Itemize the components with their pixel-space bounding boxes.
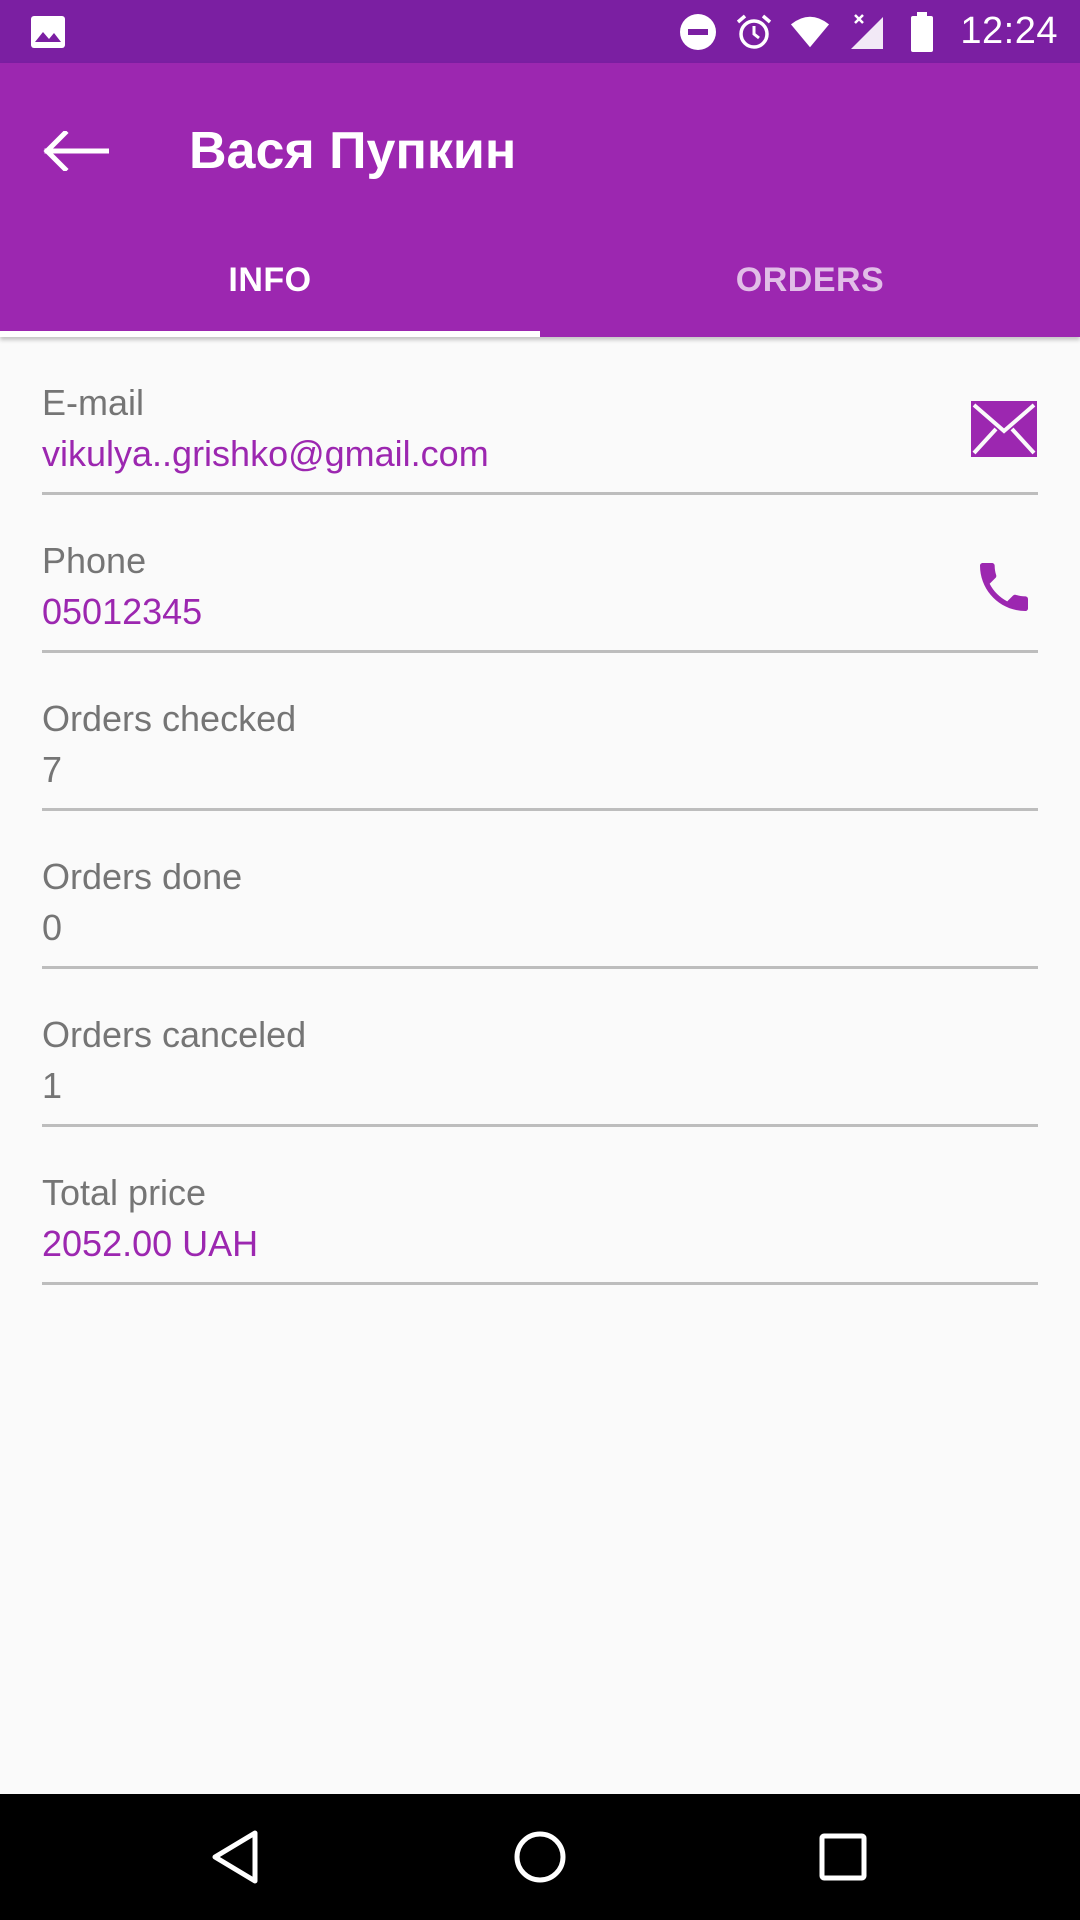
phone-icon bbox=[980, 563, 1028, 611]
tab-orders-label: ORDERS bbox=[735, 261, 885, 299]
image-notification-icon bbox=[30, 14, 66, 50]
phone-row: Phone 05012345 bbox=[42, 495, 1038, 653]
phone-label: Phone bbox=[42, 540, 147, 581]
orders-canceled-label: Orders canceled bbox=[42, 1014, 307, 1055]
navigation-bar bbox=[0, 1794, 1080, 1920]
nav-back-button[interactable] bbox=[200, 1822, 270, 1892]
email-button[interactable] bbox=[970, 395, 1038, 463]
back-arrow-icon bbox=[43, 131, 109, 171]
orders-done-value: 0 bbox=[42, 907, 63, 948]
total-price-value: 2052.00 UAH bbox=[42, 1223, 259, 1264]
orders-checked-row: Orders checked 7 bbox=[42, 653, 1038, 811]
tab-info[interactable]: INFO bbox=[0, 224, 540, 337]
tab-orders[interactable]: ORDERS bbox=[540, 224, 1080, 337]
orders-done-label: Orders done bbox=[42, 856, 243, 897]
orders-done-row: Orders done 0 bbox=[42, 811, 1038, 969]
status-bar: 12:24 bbox=[0, 0, 1080, 63]
app-bar: Вася Пупкин INFO ORDERS bbox=[0, 63, 1080, 337]
orders-checked-label: Orders checked bbox=[42, 698, 297, 739]
call-button[interactable] bbox=[970, 553, 1038, 621]
orders-canceled-value: 1 bbox=[42, 1065, 63, 1106]
nav-home-icon bbox=[514, 1831, 566, 1883]
back-button[interactable] bbox=[36, 111, 116, 191]
alarm-icon bbox=[734, 12, 774, 52]
nav-recents-button[interactable] bbox=[808, 1822, 878, 1892]
email-icon bbox=[971, 401, 1037, 457]
phone-value[interactable]: 05012345 bbox=[42, 590, 202, 634]
status-icons: 12:24 bbox=[662, 0, 1058, 63]
nav-recents-icon bbox=[819, 1833, 867, 1881]
wifi-icon bbox=[790, 12, 830, 52]
battery-icon bbox=[902, 11, 942, 52]
email-value[interactable]: vikulya..grishko@gmail.com bbox=[42, 432, 489, 476]
total-price-row: Total price 2052.00 UAH bbox=[42, 1127, 1038, 1285]
orders-checked-value: 7 bbox=[42, 749, 63, 790]
do-not-disturb-icon bbox=[678, 12, 718, 52]
orders-canceled-row: Orders canceled 1 bbox=[42, 969, 1038, 1127]
nav-home-button[interactable] bbox=[505, 1822, 575, 1892]
tab-info-label: INFO bbox=[228, 261, 312, 299]
signal-icon bbox=[846, 12, 886, 52]
email-label: E-mail bbox=[42, 382, 145, 423]
email-row: E-mail vikulya..grishko@gmail.com bbox=[42, 337, 1038, 495]
info-list: E-mail vikulya..grishko@gmail.com Phone … bbox=[0, 337, 1080, 1285]
page-title: Вася Пупкин bbox=[189, 122, 517, 180]
tab-bar: INFO ORDERS bbox=[0, 224, 1080, 337]
nav-back-icon bbox=[212, 1830, 258, 1884]
status-time: 12:24 bbox=[960, 10, 1058, 52]
total-price-label: Total price bbox=[42, 1172, 207, 1213]
